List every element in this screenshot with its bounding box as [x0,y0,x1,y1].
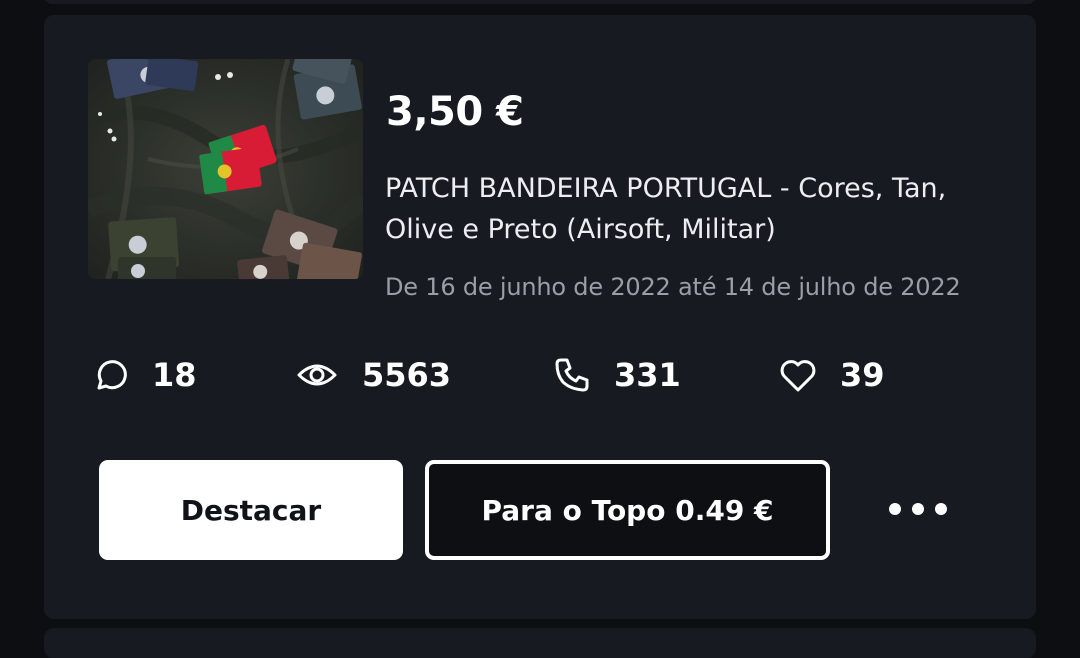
next-card [44,628,1036,658]
previous-card [44,0,1036,4]
listing-card[interactable]: 3,50 € PATCH BANDEIRA PORTUGAL - Cores, … [44,15,1036,619]
calls-count: 331 [614,356,681,394]
stat-comments: 18 [90,353,197,397]
stat-calls: 331 [552,353,681,397]
listing-price: 3,50 € [386,89,524,135]
stat-views: 5563 [294,353,451,397]
stat-likes: 39 [778,353,885,397]
patches-photo [88,59,363,279]
likes-count: 39 [840,356,885,394]
listing-title[interactable]: PATCH BANDEIRA PORTUGAL - Cores, Tan, Ol… [385,168,1005,250]
comments-count: 18 [152,356,197,394]
bump-to-top-button[interactable]: Para o Topo 0.49 € [425,460,830,560]
listing-date-range: De 16 de junho de 2022 até 14 de julho d… [385,273,961,301]
more-horizontal-icon[interactable] [878,489,958,529]
heart-icon [780,360,816,392]
listing-thumbnail[interactable] [88,59,363,279]
views-count: 5563 [362,356,452,394]
highlight-button[interactable]: Destacar [99,460,403,560]
phone-icon [555,358,589,392]
eye-icon [297,364,337,386]
chat-bubble-icon [97,360,127,390]
